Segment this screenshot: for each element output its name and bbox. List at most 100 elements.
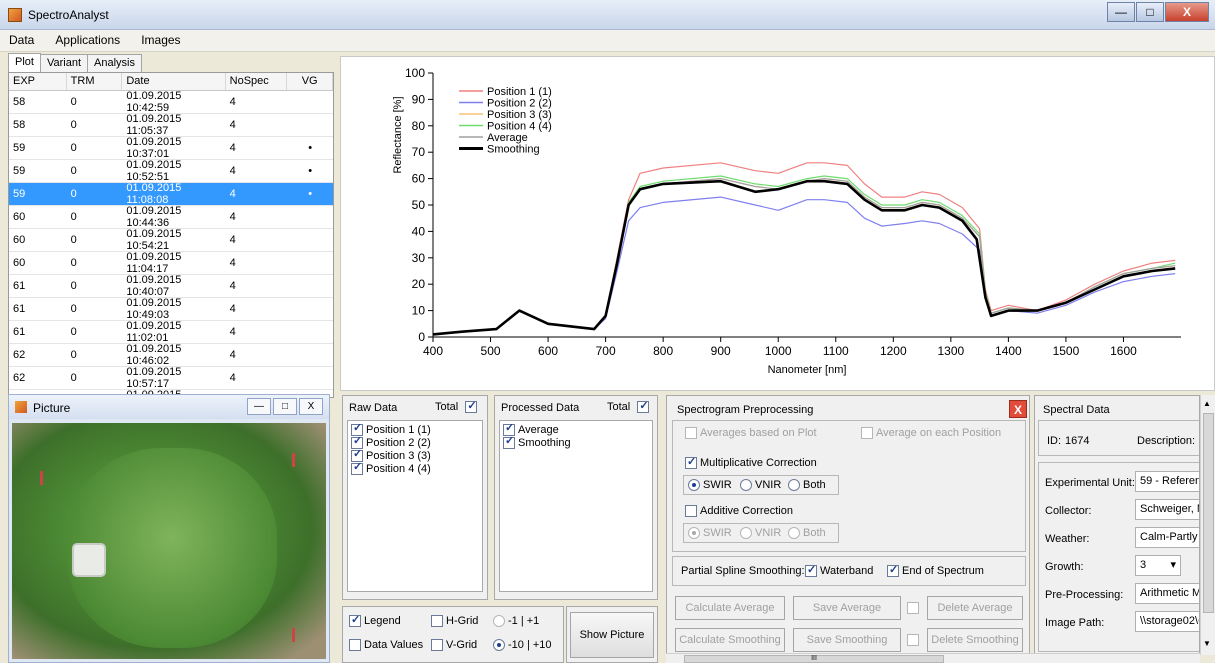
add-corr-checkbox[interactable] <box>685 505 697 518</box>
tab-variant[interactable]: Variant <box>39 54 89 72</box>
tab-analysis[interactable]: Analysis <box>87 54 142 72</box>
col-trm[interactable]: TRM <box>67 73 123 90</box>
table-row[interactable]: 61 0 01.09.2015 10:40:07 4 <box>9 274 333 298</box>
delete-average-checkbox[interactable] <box>907 602 919 615</box>
scrollbar-thumb[interactable] <box>1203 413 1214 613</box>
avg-plot-option[interactable]: Averages based on Plot <box>685 427 817 440</box>
picture-close-button[interactable]: X <box>299 398 323 415</box>
mult-vnir-radio[interactable] <box>740 479 752 492</box>
avg-plot-checkbox[interactable] <box>685 427 697 440</box>
vertical-scrollbar[interactable]: ▲ ▼ <box>1200 395 1215 655</box>
add-corr-option[interactable]: Additive Correction <box>685 505 793 518</box>
vgrid-checkbox[interactable] <box>431 639 443 652</box>
raw-data-item[interactable]: Position 4 (4) <box>351 461 479 476</box>
end-spectrum-option[interactable]: End of Spectrum <box>887 563 984 578</box>
raw-total-label[interactable]: Total <box>435 399 480 414</box>
table-row[interactable]: 58 0 01.09.2015 10:42:59 4 <box>9 90 333 114</box>
avg-each-option[interactable]: Average on each Position <box>861 427 1001 440</box>
table-row[interactable]: 60 0 01.09.2015 11:04:17 4 <box>9 251 333 275</box>
table-row[interactable]: 59 0 01.09.2015 11:08:08 4 • <box>9 182 333 206</box>
table-row[interactable]: 58 0 01.09.2015 11:05:37 4 <box>9 113 333 137</box>
add-vnir-radio[interactable] <box>740 527 752 540</box>
table-row[interactable]: 59 0 01.09.2015 10:37:01 4 • <box>9 136 333 160</box>
table-row[interactable]: 61 0 01.09.2015 10:49:03 4 <box>9 297 333 321</box>
delete-average-toggle[interactable] <box>907 602 922 615</box>
raw-data-item-checkbox[interactable] <box>351 461 363 476</box>
add-swir-radio[interactable] <box>688 527 700 540</box>
picture-minimize-button[interactable]: — <box>247 398 271 415</box>
horizontal-scrollbar[interactable]: III <box>666 653 1200 663</box>
waterband-option[interactable]: Waterband <box>805 563 873 578</box>
mult-swir-option[interactable]: SWIR <box>688 479 732 492</box>
delete-smoothing-button[interactable]: Delete Smoothing <box>927 628 1023 652</box>
range-10-option[interactable]: -10 | +10 <box>493 639 552 652</box>
table-row[interactable]: 61 0 01.09.2015 11:02:01 4 <box>9 320 333 344</box>
legend-checkbox[interactable] <box>349 613 361 628</box>
calculate-average-button[interactable]: Calculate Average <box>675 596 785 620</box>
processed-data-item[interactable]: Smoothing <box>503 435 649 450</box>
raw-data-item[interactable]: Position 1 (1) <box>351 422 479 437</box>
unit-field[interactable]: 59 - Reference <box>1135 471 1199 492</box>
col-date[interactable]: Date <box>122 73 226 90</box>
range-1-option[interactable]: -1 | +1 <box>493 615 539 628</box>
processed-data-item-checkbox[interactable] <box>503 435 515 450</box>
data-values-option[interactable]: Data Values <box>349 639 423 652</box>
legend-option[interactable]: Legend <box>349 613 401 628</box>
save-average-button[interactable]: Save Average <box>793 596 901 620</box>
table-row[interactable]: 62 0 01.09.2015 10:57:17 4 <box>9 366 333 390</box>
minimize-button[interactable]: — <box>1107 2 1135 22</box>
end-spectrum-checkbox[interactable] <box>887 563 899 578</box>
mult-both-option[interactable]: Both <box>788 479 826 492</box>
table-row[interactable]: 62 0 01.09.2015 10:46:02 4 <box>9 343 333 367</box>
menu-data[interactable]: Data <box>0 30 43 50</box>
delete-smoothing-toggle[interactable] <box>907 634 922 647</box>
tab-plot[interactable]: Plot <box>8 53 41 72</box>
hgrid-option[interactable]: H-Grid <box>431 615 478 628</box>
raw-data-item[interactable]: Position 2 (2) <box>351 435 479 450</box>
data-values-checkbox[interactable] <box>349 639 361 652</box>
picture-maximize-button[interactable]: □ <box>273 398 297 415</box>
processed-data-item[interactable]: Average <box>503 422 649 437</box>
hgrid-checkbox[interactable] <box>431 615 443 628</box>
scroll-down-icon[interactable]: ▼ <box>1203 639 1211 648</box>
delete-average-button[interactable]: Delete Average <box>927 596 1023 620</box>
avg-each-checkbox[interactable] <box>861 427 873 440</box>
raw-total-checkbox[interactable] <box>465 399 478 414</box>
range-10-radio[interactable] <box>493 639 505 652</box>
waterband-checkbox[interactable] <box>805 563 817 578</box>
preprocessing-field[interactable]: Arithmetic Mean <box>1135 583 1199 604</box>
range-1-radio[interactable] <box>493 615 505 628</box>
mult-corr-checkbox[interactable] <box>685 455 697 470</box>
close-button[interactable]: X <box>1165 2 1209 22</box>
image-path-field[interactable]: \\storage02\C <box>1135 611 1199 632</box>
mult-swir-radio[interactable] <box>688 479 700 492</box>
table-row[interactable]: 59 0 01.09.2015 10:52:51 4 • <box>9 159 333 183</box>
weather-field[interactable]: Calm-Partly <box>1135 527 1199 548</box>
calculate-smoothing-button[interactable]: Calculate Smoothing <box>675 628 785 652</box>
show-picture-button[interactable]: Show Picture <box>570 612 654 658</box>
mult-corr-option[interactable]: Multiplicative Correction <box>685 455 817 470</box>
scroll-up-icon[interactable]: ▲ <box>1203 399 1211 408</box>
col-exp[interactable]: EXP <box>9 73 67 90</box>
processed-total-label[interactable]: Total <box>607 399 652 414</box>
vgrid-option[interactable]: V-Grid <box>431 639 477 652</box>
preprocessing-close-button[interactable]: X <box>1009 400 1027 418</box>
menu-images[interactable]: Images <box>132 30 189 50</box>
table-row[interactable]: 60 0 01.09.2015 10:44:36 4 <box>9 205 333 229</box>
processed-total-checkbox[interactable] <box>637 399 650 414</box>
maximize-button[interactable]: □ <box>1136 2 1164 22</box>
add-vnir-option[interactable]: VNIR <box>740 527 781 540</box>
collector-field[interactable]: Schweiger, M <box>1135 499 1199 520</box>
add-both-option[interactable]: Both <box>788 527 826 540</box>
raw-data-item[interactable]: Position 3 (3) <box>351 448 479 463</box>
h-scrollbar-thumb[interactable]: III <box>684 655 944 663</box>
save-smoothing-button[interactable]: Save Smoothing <box>793 628 901 652</box>
col-nospec[interactable]: NoSpec <box>226 73 288 90</box>
growth-select[interactable]: 3 ▾ <box>1135 555 1181 576</box>
mult-vnir-option[interactable]: VNIR <box>740 479 781 492</box>
delete-smoothing-checkbox[interactable] <box>907 634 919 647</box>
add-both-radio[interactable] <box>788 527 800 540</box>
table-row[interactable]: 60 0 01.09.2015 10:54:21 4 <box>9 228 333 252</box>
mult-both-radio[interactable] <box>788 479 800 492</box>
menu-applications[interactable]: Applications <box>46 30 129 50</box>
